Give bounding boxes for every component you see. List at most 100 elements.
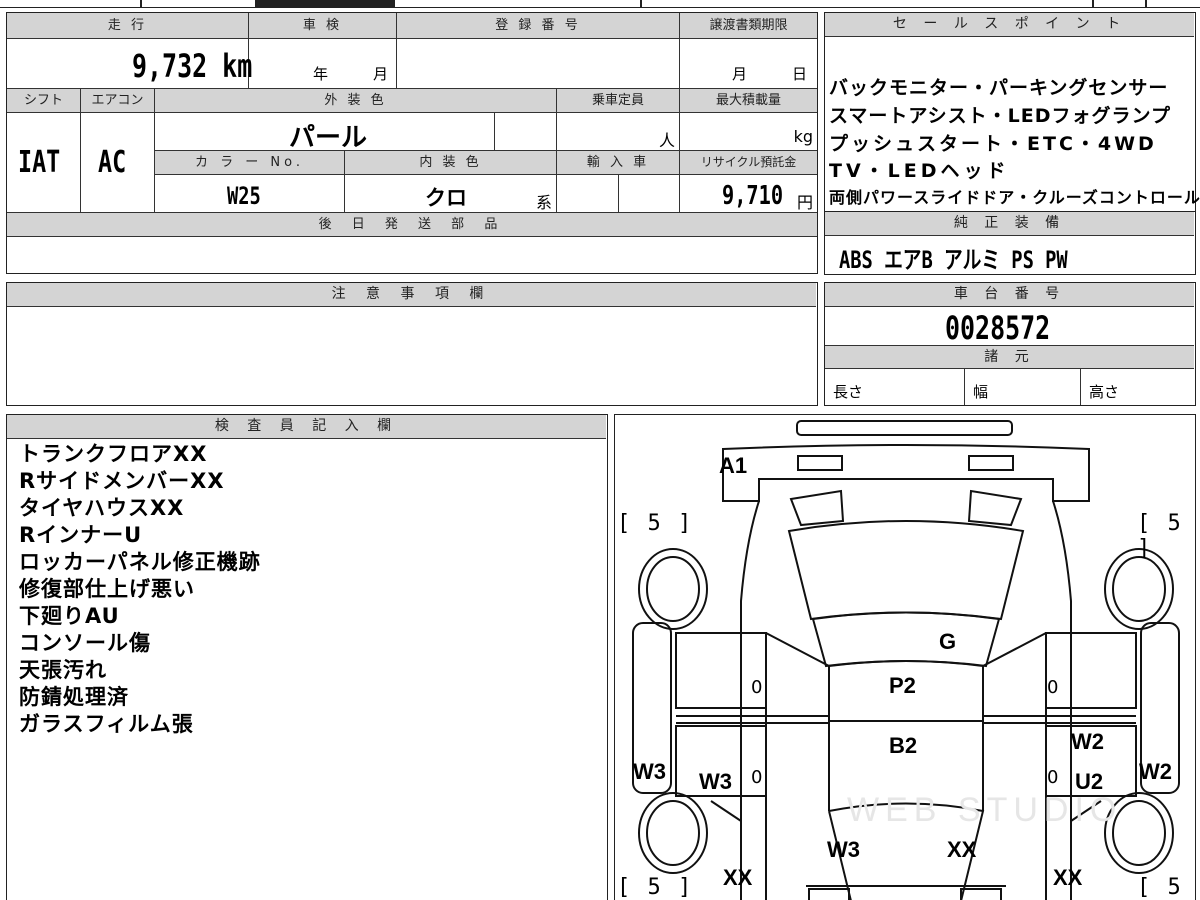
mileage-label: 走 行 bbox=[7, 13, 249, 39]
interior-color-value: クロ bbox=[425, 186, 467, 210]
inspector-label: 検 査 員 記 入 欄 bbox=[7, 415, 606, 439]
exterior-color-label: 外 装 色 bbox=[155, 89, 557, 113]
damage-mark-w3-left-door: W3 bbox=[699, 769, 732, 794]
recycle-cell: 9,710 円 bbox=[680, 175, 817, 213]
sales-point-line: プッシュスタート・ETC・4WD bbox=[829, 133, 1157, 155]
damage-mark-a1: A1 bbox=[719, 453, 748, 478]
inspection-cell: 年 月 bbox=[249, 39, 397, 89]
damage-mark-w3-rear: W3 bbox=[827, 837, 860, 862]
ac-value: AC bbox=[98, 145, 127, 180]
inspector-note: 天張汚れ bbox=[19, 658, 107, 682]
capacity-label: 乗車定員 bbox=[557, 89, 680, 113]
chassis-label: 車 台 番 号 bbox=[825, 283, 1194, 307]
sales-point-line: バックモニター・パーキングセンサー bbox=[829, 77, 1169, 99]
import-cell-2 bbox=[619, 175, 680, 213]
vehicle-info-table: 走 行 車 検 登 録 番 号 譲渡書類期限 9,732 km 年 月 月 日 … bbox=[6, 12, 818, 274]
inspector-note: RサイドメンバーXX bbox=[19, 469, 225, 493]
import-cell-1 bbox=[557, 175, 619, 213]
damage-mark-w2-right-sill: W2 bbox=[1139, 759, 1172, 784]
tire-tread-rear-left: [ 5 ] bbox=[617, 875, 694, 900]
inspector-note: タイヤハウスXX bbox=[19, 496, 185, 520]
inspection-label: 車 検 bbox=[249, 13, 397, 39]
notes-label: 注 意 事 項 欄 bbox=[7, 283, 816, 307]
mileage-cell: 9,732 km bbox=[7, 39, 253, 89]
transfer-deadline-cell: 月 日 bbox=[680, 39, 817, 89]
notes-panel: 注 意 事 項 欄 bbox=[6, 282, 818, 406]
capacity-unit: 人 bbox=[658, 131, 675, 150]
inspection-month-unit: 月 bbox=[373, 65, 389, 83]
sales-points-label: セ ー ル ス ポ イ ン ト bbox=[825, 13, 1194, 37]
sales-point-line: 両側パワースライドドア・クルーズコントロール bbox=[829, 188, 1200, 207]
shift-value: IAT bbox=[18, 145, 61, 180]
car-damage-diagram: [ 5 ] [ 5 ] [ 5 ] [ 5 ] A1 G P2 B2 W3 W3… bbox=[614, 414, 1196, 900]
tire-tread-rear-right: [ 5 ] bbox=[1137, 875, 1183, 900]
color-no-label: カ ラ ー No. bbox=[155, 151, 345, 175]
inspector-note: ガラスフィルム張 bbox=[19, 712, 194, 736]
transfer-month-unit: 月 bbox=[732, 65, 748, 83]
shift-cell: IAT bbox=[7, 113, 81, 213]
max-load-label: 最大積載量 bbox=[680, 89, 817, 113]
max-load-cell: kg bbox=[680, 113, 817, 151]
damage-mark-g: G bbox=[939, 629, 957, 654]
interior-color-suffix: 系 bbox=[535, 193, 552, 212]
watermark: WEB STUDIO bbox=[847, 791, 1123, 829]
exterior-color-cell: パール bbox=[155, 113, 495, 153]
max-load-unit: kg bbox=[793, 127, 813, 146]
inspector-note: トランクフロアXX bbox=[19, 442, 208, 466]
inspector-note: RインナーU bbox=[19, 523, 143, 547]
registration-label: 登 録 番 号 bbox=[397, 13, 680, 39]
standard-equipment-label: 純 正 装 備 bbox=[825, 212, 1194, 236]
zero-mark: 0 bbox=[1047, 767, 1059, 788]
color-no-cell: W25 bbox=[155, 175, 345, 213]
width-cell: 幅 bbox=[965, 369, 1081, 405]
length-cell: 長さ bbox=[825, 369, 965, 405]
inspector-note: 下廻りAU bbox=[19, 604, 120, 628]
inspector-note: 防錆処理済 bbox=[19, 685, 129, 709]
chassis-number: 0028572 bbox=[945, 309, 1051, 347]
zero-mark: 0 bbox=[751, 677, 763, 698]
inspector-note: コンソール傷 bbox=[19, 631, 151, 655]
recycle-label: リサイクル預託金 bbox=[680, 151, 817, 175]
shift-label: シフト bbox=[7, 89, 81, 113]
sales-points-panel: セ ー ル ス ポ イ ン ト バックモニター・パーキングセンサー スマートアシ… bbox=[824, 12, 1200, 212]
sales-point-line: TV・LEDヘッド bbox=[829, 160, 1010, 182]
damage-mark-p2: P2 bbox=[889, 673, 916, 698]
recycle-unit: 円 bbox=[796, 193, 813, 212]
height-label: 高さ bbox=[1089, 383, 1120, 401]
height-cell: 高さ bbox=[1081, 369, 1194, 405]
ac-cell: AC bbox=[81, 113, 155, 213]
registration-cell bbox=[397, 39, 680, 89]
damage-mark-xx-center: XX bbox=[947, 837, 977, 862]
inspector-panel: 検 査 員 記 入 欄 トランクフロアXX RサイドメンバーXX タイヤハウスX… bbox=[6, 414, 608, 900]
import-label: 輸 入 車 bbox=[557, 151, 680, 175]
top-cropped-strip bbox=[0, 0, 1200, 8]
capacity-cell: 人 bbox=[557, 113, 680, 151]
sales-point-line: スマートアシスト・LEDフォグランプ bbox=[829, 105, 1171, 127]
transfer-deadline-label: 譲渡書類期限 bbox=[680, 13, 817, 39]
exterior-color-value: パール bbox=[289, 123, 368, 153]
width-label: 幅 bbox=[973, 383, 989, 401]
tire-tread-front-left: [ 5 ] bbox=[617, 511, 694, 536]
interior-color-label: 内 装 色 bbox=[345, 151, 557, 175]
exterior-color-extra bbox=[495, 113, 557, 151]
interior-color-cell: クロ 系 bbox=[345, 175, 557, 213]
inspector-note: 修復部仕上げ悪い bbox=[19, 577, 195, 601]
recycle-fee-value: 9,710 bbox=[722, 181, 784, 211]
mileage-value: 9,732 km bbox=[132, 47, 253, 85]
transfer-day-unit: 日 bbox=[792, 65, 808, 83]
damage-mark-xx-left: XX bbox=[723, 865, 753, 890]
chassis-panel: 車 台 番 号 0028572 諸 元 長さ 幅 高さ bbox=[824, 282, 1196, 406]
tire-tread-front-right: [ 5 ] bbox=[1137, 511, 1183, 561]
damage-mark-xx-right: XX bbox=[1053, 865, 1083, 890]
inspection-year-unit: 年 bbox=[313, 65, 329, 83]
standard-equipment-items: ABS エアB アルミ PS PW bbox=[839, 246, 1068, 274]
color-no-value: W25 bbox=[227, 182, 261, 210]
specs-label: 諸 元 bbox=[825, 345, 1194, 369]
standard-equipment-panel: 純 正 装 備 ABS エアB アルミ PS PW bbox=[824, 211, 1196, 275]
zero-mark: 0 bbox=[751, 767, 763, 788]
damage-mark-b2: B2 bbox=[889, 733, 918, 758]
inspector-note: ロッカーパネル修正機跡 bbox=[19, 550, 261, 574]
later-parts-label: 後 日 発 送 部 品 bbox=[7, 213, 817, 237]
zero-mark: 0 bbox=[1047, 677, 1059, 698]
ac-label: エアコン bbox=[81, 89, 155, 113]
